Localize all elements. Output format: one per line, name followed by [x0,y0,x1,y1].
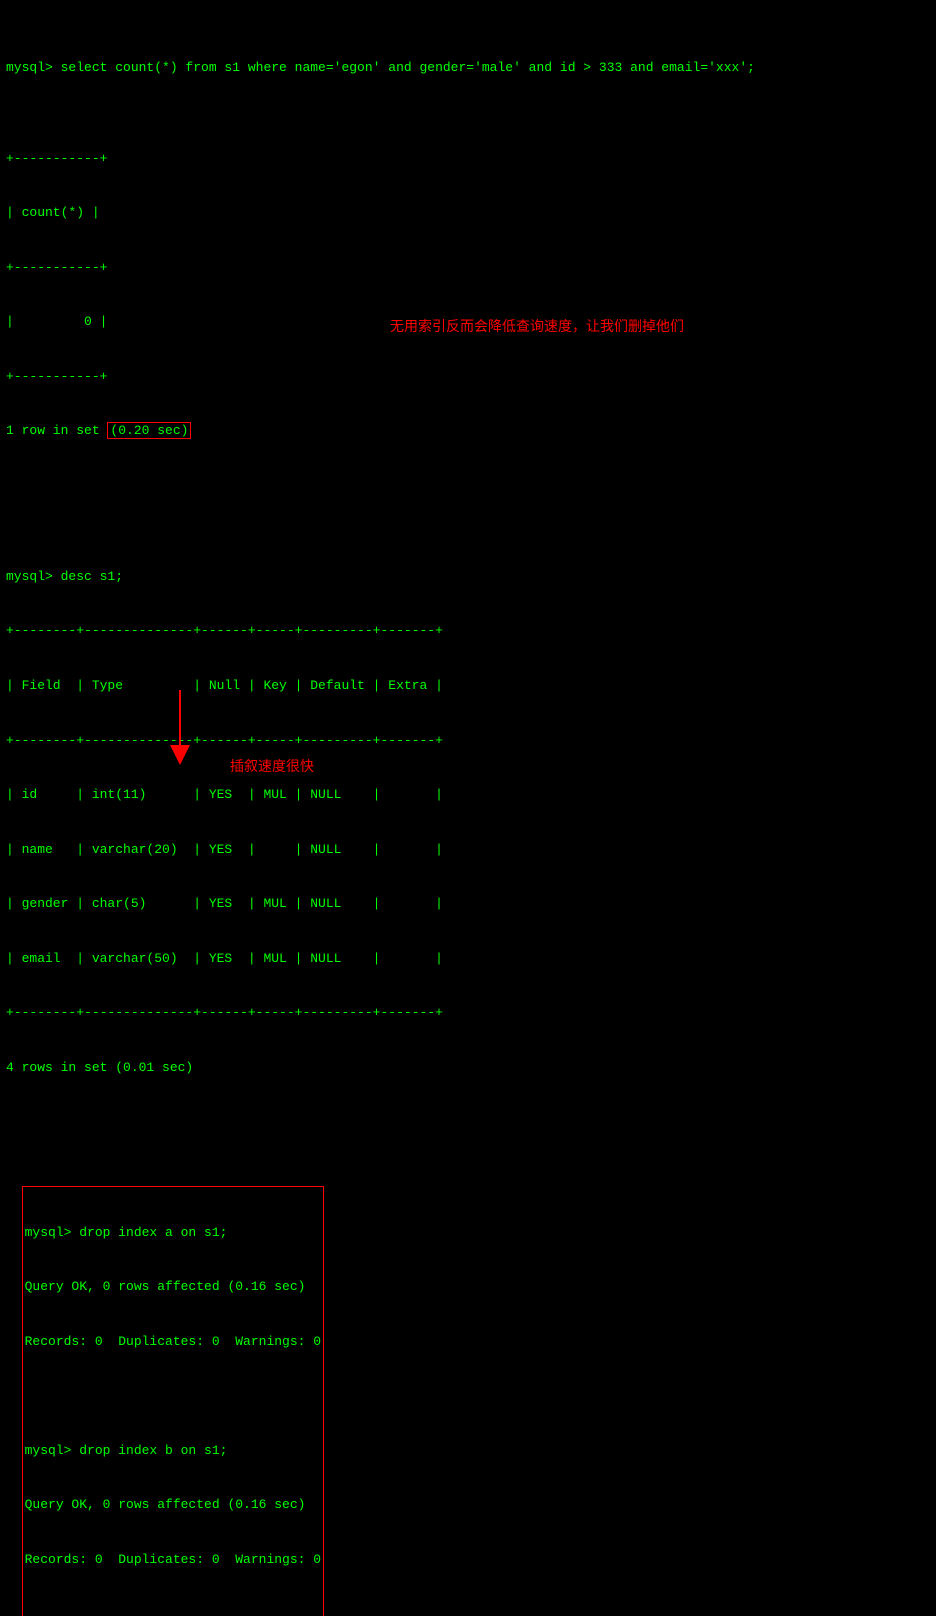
table-border-mid-1: +-----------+ [6,259,930,277]
table-border-bot-1: +-----------+ [6,368,930,386]
desc-row-id-1: | id | int(11) | YES | MUL | NULL | | [6,786,930,804]
annotation-no-index: 无用索引反而会降低查询速度，让我们删掉他们 [390,318,684,338]
blank-4 [25,1606,321,1616]
desc-rows-1: 4 rows in set (0.01 sec) [6,1059,930,1077]
drop-b-result: Query OK, 0 rows affected (0.16 sec) [25,1496,321,1514]
drop-a-info: Records: 0 Duplicates: 0 Warnings: 0 [25,1333,321,1351]
table-header-1: | count(*) | [6,204,930,222]
annotation-fast: 插叙速度很快 [230,758,314,778]
drop-a-result: Query OK, 0 rows affected (0.16 sec) [25,1278,321,1296]
desc-border-1: +--------+--------------+------+-----+--… [6,622,930,640]
blank-1 [6,477,930,495]
desc-row-email-1: | email | varchar(50) | YES | MUL | NULL… [6,950,930,968]
time-highlight-1: (0.20 sec) [107,422,191,439]
desc-header-1: | Field | Type | Null | Key | Default | … [6,677,930,695]
sql-query-1: mysql> select count(*) from s1 where nam… [6,59,930,77]
terminal-window: mysql> select count(*) from s1 where nam… [6,4,930,1616]
row-info-1: 1 row in set (0.20 sec) [6,422,930,440]
table-border-top-1: +-----------+ [6,150,930,168]
drop-b-cmd: mysql> drop index b on s1; [25,1442,321,1460]
desc-cmd-1: mysql> desc s1; [6,568,930,586]
blank-2 [6,1113,930,1131]
drop-index-section: mysql> drop index a on s1; Query OK, 0 r… [22,1186,324,1616]
drop-b-info: Records: 0 Duplicates: 0 Warnings: 0 [25,1551,321,1569]
drop-a-cmd: mysql> drop index a on s1; [25,1224,321,1242]
desc-border-3: +--------+--------------+------+-----+--… [6,1004,930,1022]
desc-border-2: +--------+--------------+------+-----+--… [6,732,930,750]
arrow-down [160,690,200,776]
desc-row-name-1: | name | varchar(20) | YES | | NULL | | [6,841,930,859]
desc-row-gender-1: | gender | char(5) | YES | MUL | NULL | … [6,895,930,913]
blank-3 [25,1387,321,1405]
